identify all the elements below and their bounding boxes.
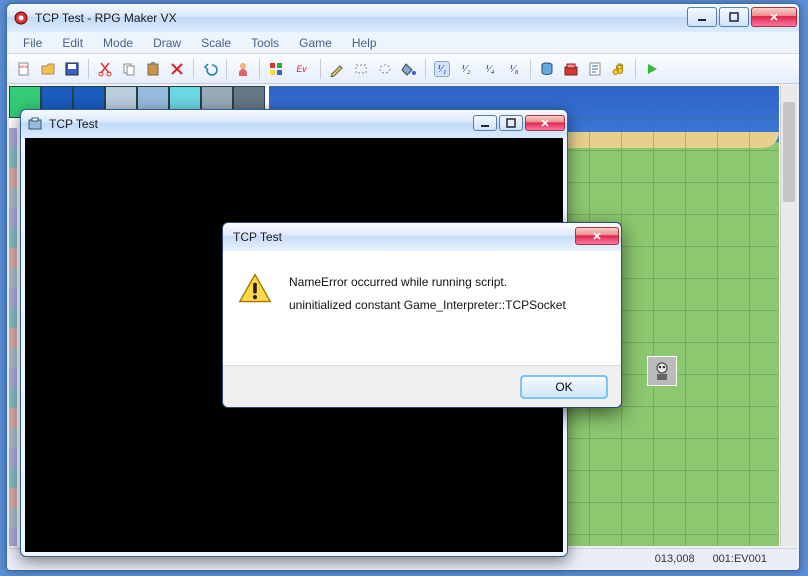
status-event: 001:EV001 [713,553,767,565]
undo-icon[interactable] [199,58,221,80]
minimize-button[interactable] [687,7,717,27]
svg-text:Ev: Ev [296,64,307,74]
separator [425,59,426,79]
menu-mode[interactable]: Mode [95,34,141,52]
svg-text:NEW: NEW [19,64,29,69]
separator [193,59,194,79]
warning-icon [237,271,273,312]
menu-file[interactable]: File [15,34,50,52]
main-titlebar[interactable]: TCP Test - RPG Maker VX [7,4,799,32]
separator [635,59,636,79]
ellipse-icon[interactable] [374,58,396,80]
fill-icon[interactable] [398,58,420,80]
separator [259,59,260,79]
pencil-icon[interactable] [326,58,348,80]
dialog-close-button[interactable] [575,227,619,245]
game-minimize-button[interactable] [473,115,497,131]
tileset-scroll[interactable] [9,128,17,546]
separator [530,59,531,79]
menu-draw[interactable]: Draw [145,34,189,52]
separator [88,59,89,79]
open-icon[interactable] [37,58,59,80]
map-mode-icon[interactable] [265,58,287,80]
dialog-titlebar[interactable]: TCP Test [223,223,621,251]
sound-icon[interactable] [608,58,630,80]
cut-icon[interactable] [94,58,116,80]
menu-bar: File Edit Mode Draw Scale Tools Game Hel… [7,32,799,54]
status-coords: 013,008 [655,553,695,565]
script-icon[interactable] [584,58,606,80]
materials-icon[interactable] [560,58,582,80]
vertical-scrollbar[interactable] [780,86,797,546]
playtest-icon[interactable] [641,58,663,80]
dialog-title: TCP Test [229,230,575,244]
save-icon[interactable] [61,58,83,80]
main-title: TCP Test - RPG Maker VX [35,11,687,25]
ok-button[interactable]: OK [521,376,607,398]
menu-scale[interactable]: Scale [193,34,239,52]
delete-icon[interactable] [166,58,188,80]
error-message-line2: uninitialized constant Game_Interpreter:… [289,294,566,317]
dialog-footer: OK [223,365,621,407]
separator [320,59,321,79]
menu-edit[interactable]: Edit [54,34,91,52]
scale-1-2[interactable]: ¹⁄₂ [455,58,477,80]
separator [226,59,227,79]
menu-game[interactable]: Game [291,34,340,52]
rect-icon[interactable] [350,58,372,80]
close-button[interactable] [751,7,797,27]
game-title: TCP Test [49,117,473,131]
menu-tools[interactable]: Tools [243,34,287,52]
error-dialog: TCP Test NameError occurred while runnin… [222,222,622,408]
maximize-button[interactable] [719,7,749,27]
toolbar: NEW Ev ¹⁄₁ ¹⁄₂ ¹⁄₄ ¹⁄₈ [7,54,799,84]
paste-icon[interactable] [142,58,164,80]
event-marker[interactable] [647,356,677,386]
scale-1-1[interactable]: ¹⁄₁ [431,58,453,80]
character-icon[interactable] [232,58,254,80]
game-maximize-button[interactable] [499,115,523,131]
copy-icon[interactable] [118,58,140,80]
game-close-button[interactable] [525,115,565,131]
scale-1-4[interactable]: ¹⁄₄ [479,58,501,80]
event-mode-icon[interactable]: Ev [289,58,315,80]
app-icon [13,10,29,26]
error-message-line1: NameError occurred while running script. [289,271,566,294]
game-titlebar[interactable]: TCP Test [21,110,567,138]
game-icon [27,116,43,132]
scale-1-8[interactable]: ¹⁄₈ [503,58,525,80]
menu-help[interactable]: Help [344,34,385,52]
database-icon[interactable] [536,58,558,80]
new-icon[interactable]: NEW [13,58,35,80]
